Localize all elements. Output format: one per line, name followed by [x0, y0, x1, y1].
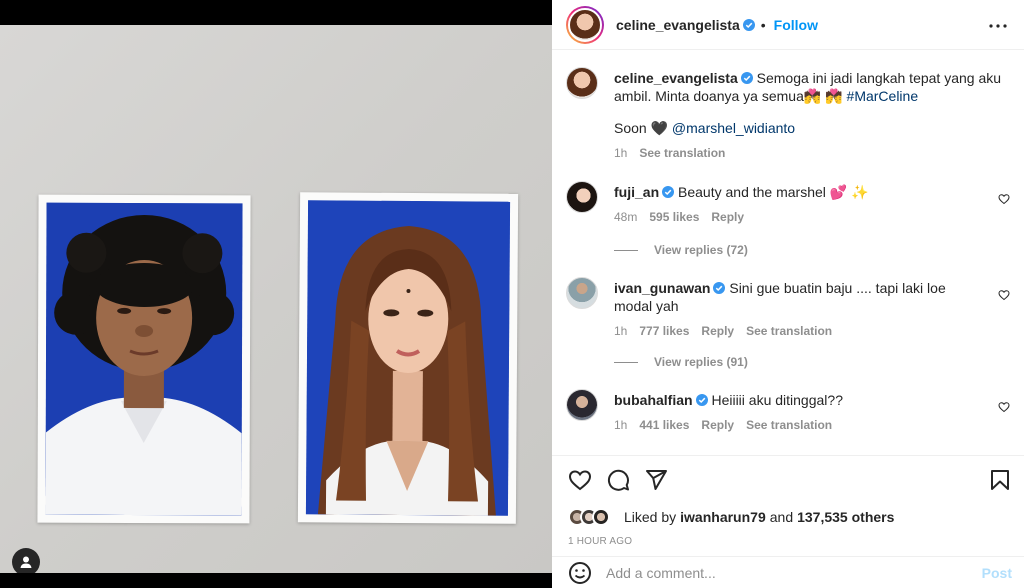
- add-comment-bar: Post: [552, 556, 1024, 588]
- post-caption: celine_evangelista Semoga ini jadi langk…: [566, 67, 1010, 177]
- liked-by-user[interactable]: iwanharun79: [680, 509, 766, 525]
- heart-icon[interactable]: [568, 468, 592, 492]
- caption-line2-text: Soon 🖤: [614, 120, 669, 136]
- comment-text: Beauty and the marshel 💕 ✨: [678, 184, 869, 200]
- post-side-panel: celine_evangelista • Follow celine_evang…: [552, 0, 1024, 588]
- comment-see-translation[interactable]: See translation: [746, 322, 832, 340]
- commenter-avatar[interactable]: [566, 181, 598, 213]
- liked-by-prefix: Liked by: [624, 509, 677, 525]
- action-bar: [552, 455, 1024, 503]
- post-timestamp[interactable]: 1 HOUR AGO: [568, 536, 632, 547]
- view-replies-button[interactable]: View replies (72): [614, 243, 748, 257]
- commenter-avatar[interactable]: [566, 389, 598, 421]
- caption-mention[interactable]: @marshel_widianto: [672, 120, 795, 136]
- comment-heart-icon[interactable]: [998, 193, 1010, 205]
- comment-text: Heiiiii aku ditinggal??: [711, 392, 843, 408]
- caption-time[interactable]: 1h: [614, 144, 627, 162]
- post-photo[interactable]: [0, 25, 552, 573]
- portrait-man-illustration: [45, 202, 243, 516]
- comment-input[interactable]: [606, 564, 956, 581]
- author-avatar: [568, 7, 602, 42]
- photo-woman: [297, 192, 519, 524]
- comment-item: fuji_an Beauty and the marshel 💕 ✨ 48m 5…: [566, 181, 1010, 241]
- separator-dot: •: [760, 16, 766, 33]
- smiley-icon[interactable]: [568, 561, 592, 585]
- verified-badge-icon: [740, 72, 753, 84]
- post-media-panel: [0, 0, 552, 588]
- verified-badge-icon: [662, 186, 675, 198]
- more-horizontal-icon[interactable]: [988, 16, 1008, 36]
- comment-time[interactable]: 1h: [614, 322, 627, 340]
- comments-list[interactable]: celine_evangelista Semoga ini jadi langk…: [552, 51, 1024, 454]
- caption-username[interactable]: celine_evangelista: [614, 70, 738, 86]
- comment-heart-icon[interactable]: [998, 401, 1010, 413]
- photo-man: [37, 194, 251, 524]
- likes-summary: Liked by iwanharun79 and 137,535 others: [568, 506, 894, 528]
- caption-hashtag[interactable]: #MarCeline: [847, 88, 919, 104]
- comment-icon[interactable]: [606, 468, 630, 492]
- comment-likes[interactable]: 777 likes: [639, 322, 689, 340]
- bookmark-icon[interactable]: [988, 468, 1012, 492]
- portrait-woman-illustration: [305, 200, 511, 516]
- author-username[interactable]: celine_evangelista: [616, 17, 740, 33]
- post-header: celine_evangelista • Follow: [552, 0, 1024, 50]
- comment-heart-icon[interactable]: [998, 289, 1010, 301]
- comment-username[interactable]: ivan_gunawan: [614, 280, 710, 296]
- comment-username[interactable]: bubahalfian: [614, 392, 693, 408]
- comment-see-translation[interactable]: See translation: [746, 416, 832, 434]
- author-avatar-ring[interactable]: [566, 5, 604, 44]
- comment-item: ivan_gunawan Sini gue buatin baju .... t…: [566, 277, 1010, 347]
- view-replies-button[interactable]: View replies (91): [614, 355, 748, 369]
- comment-item: bubahalfian Heiiiii aku ditinggal?? 1h 4…: [566, 389, 1010, 449]
- replies-divider: [614, 361, 638, 363]
- comment-likes[interactable]: 441 likes: [639, 416, 689, 434]
- caption-see-translation[interactable]: See translation: [639, 144, 725, 162]
- replies-divider: [614, 249, 638, 251]
- view-replies-label: View replies (72): [654, 243, 748, 257]
- verified-badge-icon: [742, 18, 755, 31]
- comment-reply-button[interactable]: Reply: [711, 208, 744, 226]
- follow-button[interactable]: Follow: [774, 17, 818, 33]
- liker-avatar: [592, 508, 610, 526]
- paper-plane-icon[interactable]: [644, 468, 668, 492]
- liker-avatars[interactable]: [568, 506, 620, 528]
- comment-username[interactable]: fuji_an: [614, 184, 659, 200]
- post-comment-button[interactable]: Post: [982, 565, 1012, 581]
- comment-time[interactable]: 1h: [614, 416, 627, 434]
- view-replies-label: View replies (91): [654, 355, 748, 369]
- commenter-avatar[interactable]: [566, 277, 598, 309]
- comment-likes[interactable]: 595 likes: [649, 208, 699, 226]
- liked-by-and: and: [769, 509, 794, 525]
- verified-badge-icon: [695, 394, 708, 406]
- comment-reply-button[interactable]: Reply: [701, 416, 734, 434]
- author-avatar[interactable]: [566, 67, 598, 99]
- comment-time[interactable]: 48m: [614, 208, 637, 226]
- comment-reply-button[interactable]: Reply: [701, 322, 734, 340]
- verified-badge-icon: [713, 282, 726, 294]
- liked-by-others[interactable]: 137,535 others: [797, 509, 894, 525]
- user-tag-icon[interactable]: [12, 548, 40, 573]
